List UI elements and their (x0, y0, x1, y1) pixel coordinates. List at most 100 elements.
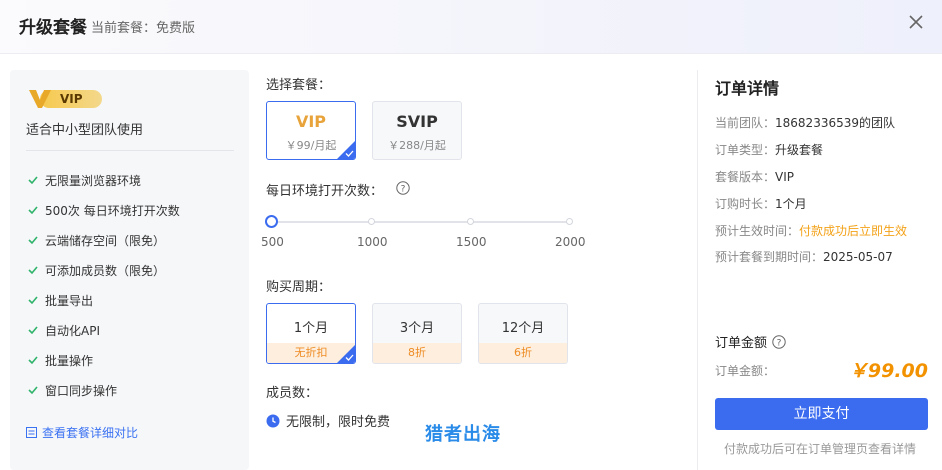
feature-item: 窗口同步操作 (26, 375, 180, 405)
vip-badge-label: VIP (60, 92, 83, 106)
order-details-title: 订单详情 (715, 79, 780, 98)
vip-crown-icon (29, 90, 51, 108)
slider-tick-label: 500 (261, 235, 284, 249)
period-option-1-month[interactable]: 1个月 无折扣 (266, 303, 356, 364)
order-row-version: 套餐版本：VIP (715, 168, 794, 185)
order-amount-title: 订单金额 ? (715, 332, 786, 351)
compare-link-label: 查看套餐详细对比 (42, 426, 139, 440)
feature-list: 无限量浏览器环境 500次 每日环境打开次数 云端储存空间（限免） 可添加成员数… (26, 165, 180, 405)
order-row-duration: 订购时长：1个月 (715, 195, 807, 212)
feature-label: 批量操作 (45, 353, 94, 368)
feature-label: 自动化API (45, 323, 100, 338)
order-row-label: 套餐版本： (715, 170, 776, 184)
order-row-effective-time: 预计生效时间：付款成功后立即生效 (715, 222, 907, 239)
check-icon (28, 236, 38, 245)
period-name: 1个月 (293, 321, 329, 336)
period-discount: 8折 (373, 343, 461, 363)
check-icon (28, 206, 38, 215)
order-row-label: 当前团队： (715, 116, 776, 130)
feature-label: 可添加成员数（限免） (45, 263, 166, 278)
order-row-value: 18682336539的团队 (775, 116, 895, 130)
slider-tick-label: 1500 (456, 235, 487, 249)
watermark-logo: 猎者出海 (425, 424, 501, 445)
compare-icon (26, 427, 37, 438)
slider-stop[interactable] (467, 218, 474, 225)
plan-description: 适合中小型团队使用 (26, 123, 144, 138)
slider-tick-label: 2000 (555, 235, 586, 249)
order-amount-value: ￥99.00 (848, 360, 928, 382)
daily-opens-label: 每日环境打开次数： (266, 184, 384, 199)
pay-note: 付款成功后可在订单管理页查看详情 (724, 442, 917, 456)
feature-label: 批量导出 (45, 293, 94, 308)
divider (697, 70, 698, 470)
plan-select-label: 选择套餐： (266, 78, 332, 93)
feature-label: 500次 每日环境打开次数 (45, 203, 180, 218)
selected-check-icon (345, 150, 354, 157)
check-icon (28, 356, 38, 365)
order-row-type: 订单类型：升级套餐 (715, 141, 823, 158)
dialog-header: 升级套餐 当前套餐：免费版 (0, 0, 942, 54)
divider (26, 150, 234, 151)
order-amount-label: 订单金额： (715, 364, 776, 378)
order-amount-title-label: 订单金额 (715, 336, 768, 351)
plan-option-vip[interactable]: VIP ￥99/月起 (266, 101, 356, 160)
order-row-label: 预计套餐到期时间： (715, 250, 824, 264)
check-icon (28, 296, 38, 305)
order-row-label: 订单类型： (715, 143, 776, 157)
plan-name: SVIP (396, 112, 438, 131)
order-row-label: 订购时长： (715, 197, 776, 211)
current-plan-text: 当前套餐：免费版 (91, 21, 196, 36)
order-row-value: 2025-05-07 (823, 250, 893, 264)
selected-check-icon (345, 354, 354, 361)
period-discount: 6折 (479, 343, 567, 363)
close-icon[interactable] (906, 12, 926, 32)
compare-plans-link[interactable]: 查看套餐详细对比 (26, 424, 138, 441)
feature-item: 无限量浏览器环境 (26, 165, 180, 195)
feature-label: 无限量浏览器环境 (45, 173, 142, 188)
feature-item: 可添加成员数（限免） (26, 255, 180, 285)
period-label: 购买周期： (266, 280, 332, 295)
slider-stop[interactable] (368, 218, 375, 225)
feature-item: 批量导出 (26, 285, 180, 315)
vip-badge: VIP (28, 88, 102, 109)
pay-now-button[interactable]: 立即支付 (715, 398, 928, 430)
help-icon[interactable]: ? (772, 334, 786, 349)
clock-icon (266, 414, 280, 427)
plan-option-svip[interactable]: SVIP ￥288/月起 (372, 101, 462, 160)
check-icon (28, 176, 38, 185)
slider-stop[interactable] (566, 218, 573, 225)
plan-price: ￥288/月起 (388, 139, 446, 152)
plan-feature-panel: VIP 适合中小型团队使用 无限量浏览器环境 500次 每日环境打开次数 云端储… (10, 70, 249, 470)
order-row-value: 付款成功后立即生效 (799, 224, 908, 238)
feature-item: 批量操作 (26, 345, 180, 375)
order-row-value: VIP (775, 170, 794, 184)
members-label: 成员数： (266, 386, 319, 401)
order-row-value: 升级套餐 (775, 143, 824, 157)
feature-label: 窗口同步操作 (45, 383, 118, 398)
daily-opens-slider-thumb[interactable] (265, 215, 278, 228)
period-option-3-months[interactable]: 3个月 8折 (372, 303, 462, 364)
plan-name: VIP (295, 112, 327, 131)
daily-opens-slider-track[interactable] (271, 221, 571, 223)
check-icon (28, 386, 38, 395)
period-name: 3个月 (399, 321, 435, 336)
slider-tick-label: 1000 (357, 235, 388, 249)
order-row-expiry: 预计套餐到期时间：2025-05-07 (715, 248, 893, 265)
members-value-row: 无限制，限时免费 (266, 411, 390, 430)
order-row-label: 预计生效时间： (715, 224, 800, 238)
check-icon (28, 266, 38, 275)
feature-item: 500次 每日环境打开次数 (26, 195, 180, 225)
check-icon (28, 326, 38, 335)
feature-item: 自动化API (26, 315, 180, 345)
period-option-12-months[interactable]: 12个月 6折 (478, 303, 568, 364)
svg-text:?: ? (777, 338, 782, 348)
feature-label: 云端储存空间（限免） (45, 233, 166, 248)
members-value: 无限制，限时免费 (286, 415, 391, 430)
dialog-title: 升级套餐 (19, 18, 87, 38)
svg-text:?: ? (401, 185, 406, 195)
feature-item: 云端储存空间（限免） (26, 225, 180, 255)
order-row-value: 1个月 (775, 197, 807, 211)
order-row-team: 当前团队：18682336539的团队 (715, 114, 895, 131)
help-icon[interactable]: ? (396, 181, 410, 195)
period-name: 12个月 (501, 321, 545, 336)
